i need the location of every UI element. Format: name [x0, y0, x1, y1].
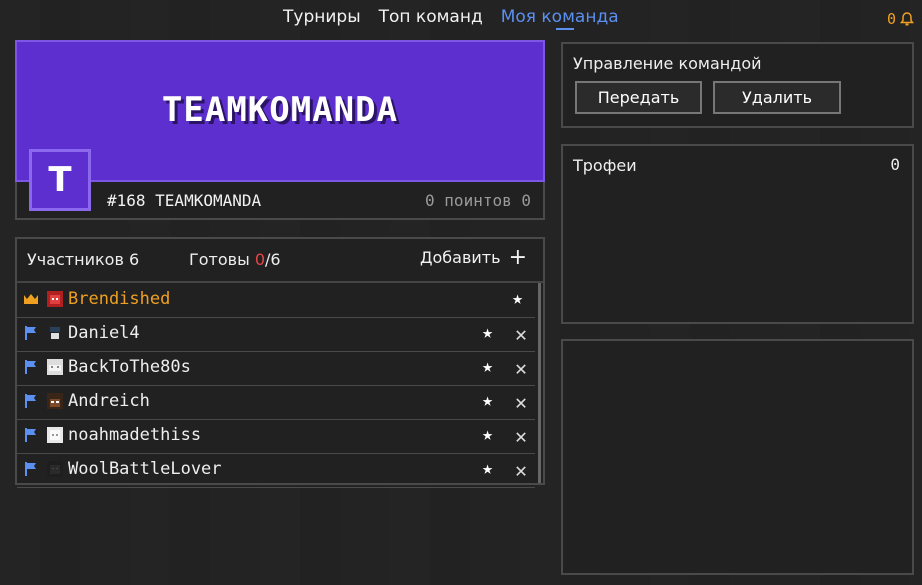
- tab-my-team[interactable]: Моя команда: [501, 7, 619, 30]
- team-banner: TEAMKOMANDA: [15, 40, 545, 182]
- add-member-label: Добавить: [420, 248, 501, 267]
- team-banner-name: TEAMKOMANDA: [161, 90, 399, 130]
- player-head-icon: [47, 359, 63, 375]
- member-row: Brendished ★: [17, 283, 535, 318]
- member-name[interactable]: BackToThe80s: [68, 357, 191, 377]
- flag-icon: [25, 326, 36, 340]
- notifications-count: 0: [886, 10, 896, 28]
- delete-button[interactable]: Удалить: [713, 81, 841, 114]
- ready-total: /6: [265, 250, 281, 269]
- player-head-icon: [47, 393, 63, 409]
- tab-active-underline: [555, 28, 574, 30]
- ready-label: Готовы: [189, 250, 250, 269]
- player-head-icon: [47, 427, 63, 443]
- member-name[interactable]: Brendished: [68, 289, 170, 309]
- star-icon[interactable]: ★: [512, 288, 523, 309]
- player-head-icon: [47, 325, 63, 341]
- empty-panel: [561, 339, 914, 575]
- plus-icon: +: [508, 244, 527, 270]
- kick-icon[interactable]: ✕: [515, 356, 527, 380]
- bell-icon: [900, 12, 914, 26]
- team-management-title: Управление командой: [573, 54, 762, 73]
- star-icon[interactable]: ★: [482, 458, 493, 479]
- member-row: BackToThe80s ★ ✕: [17, 351, 535, 386]
- player-head-icon: [47, 461, 63, 477]
- team-info-bar: #168 TEAMKOMANDA 0 поинтов 0: [15, 182, 545, 220]
- team-management-panel: Управление командой Передать Удалить: [561, 42, 914, 128]
- team-points: 0 поинтов 0: [425, 191, 531, 210]
- trophies-count: 0: [890, 155, 900, 174]
- member-row: noahmadethiss ★ ✕: [17, 419, 535, 454]
- ready-count: 0: [254, 250, 265, 269]
- star-icon[interactable]: ★: [482, 390, 493, 411]
- ready-status: Готовы 0/6: [189, 250, 281, 269]
- flag-icon: [25, 360, 36, 374]
- member-row: Andreich ★ ✕: [17, 385, 535, 420]
- star-icon[interactable]: ★: [482, 424, 493, 445]
- team-rank: #168 TEAMKOMANDA: [107, 191, 262, 210]
- star-icon[interactable]: ★: [482, 356, 493, 377]
- transfer-button[interactable]: Передать: [575, 81, 702, 114]
- trophies-title: Трофеи: [573, 156, 637, 175]
- member-name[interactable]: noahmadethiss: [68, 425, 201, 445]
- members-scrollbar[interactable]: [538, 283, 541, 483]
- member-row: WoolBattleLover ★ ✕: [17, 453, 535, 488]
- member-name[interactable]: Andreich: [68, 391, 150, 411]
- trophies-panel: Трофеи 0: [561, 144, 914, 324]
- notifications[interactable]: 0: [887, 10, 914, 28]
- team-avatar: T: [29, 149, 91, 211]
- members-count: Участников 6: [27, 250, 140, 269]
- member-name[interactable]: Daniel4: [68, 323, 140, 343]
- flag-icon: [25, 462, 36, 476]
- kick-icon[interactable]: ✕: [515, 390, 527, 414]
- add-member-button[interactable]: Добавить +: [420, 244, 527, 270]
- top-nav: Турниры Топ команд Моя команда 0: [0, 4, 922, 30]
- kick-icon[interactable]: ✕: [515, 424, 527, 448]
- kick-icon[interactable]: ✕: [515, 322, 527, 346]
- flag-icon: [25, 428, 36, 442]
- flag-icon: [25, 394, 36, 408]
- tab-tournaments[interactable]: Турниры: [283, 7, 361, 30]
- members-header: Участников 6 Готовы 0/6 Добавить +: [17, 239, 543, 283]
- star-icon[interactable]: ★: [482, 322, 493, 343]
- members-panel: Участников 6 Готовы 0/6 Добавить + Brendi…: [15, 237, 545, 488]
- crown-icon: [24, 294, 38, 304]
- nav-tabs: Турниры Топ команд Моя команда: [283, 7, 619, 30]
- tab-my-team-label: Моя команда: [500, 7, 619, 27]
- tab-top-teams[interactable]: Топ команд: [379, 7, 483, 30]
- player-head-icon: [47, 291, 63, 307]
- member-name[interactable]: WoolBattleLover: [68, 459, 222, 479]
- member-row: Daniel4 ★ ✕: [17, 317, 535, 352]
- kick-icon[interactable]: ✕: [515, 458, 527, 482]
